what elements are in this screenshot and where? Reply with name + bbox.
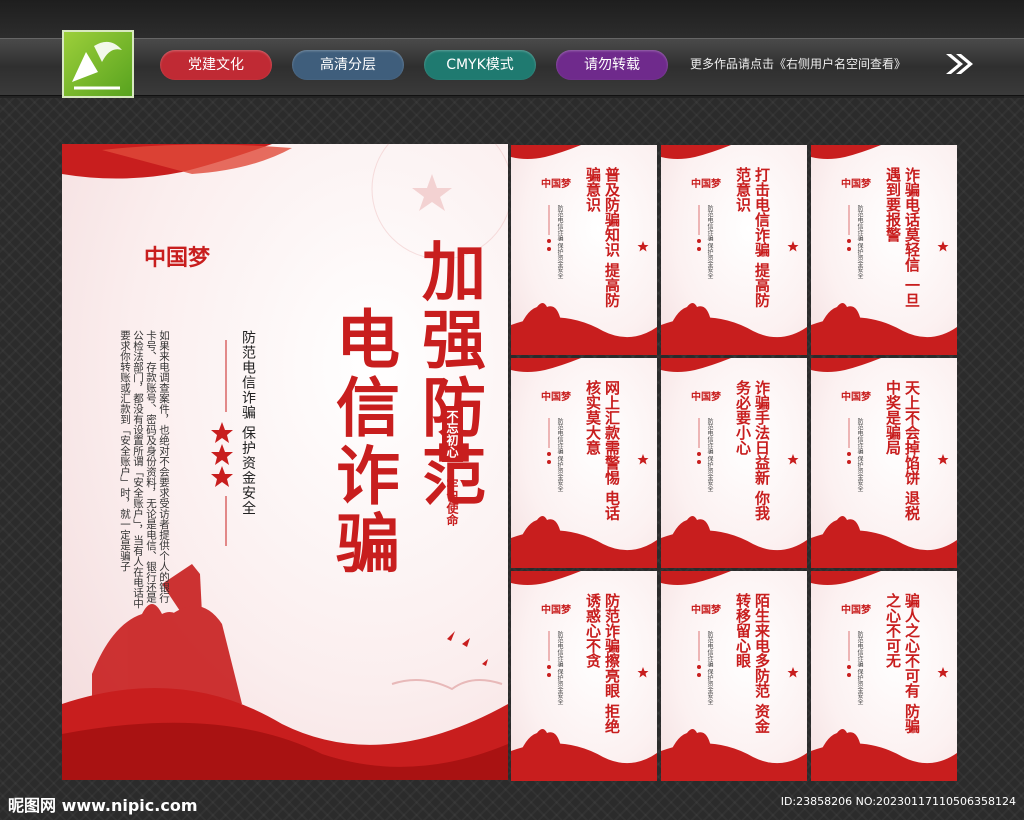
tag-hd-layers[interactable]: 高清分层 [292,50,404,80]
card-title: 诈骗手法日益新 你我务必要小心 [734,380,771,521]
watermark: 昵图网 www.nipic.com [8,796,198,815]
tag-party-culture[interactable]: 党建文化 [160,50,272,80]
poster-card-3: 中国梦 诈骗电话莫轻信 一旦遇到要报警 防范电信诈骗 保护资金安全 [811,145,957,355]
card-title: 骗人之心不可有 防骗之心不可无 [884,593,921,734]
tag-cmyk[interactable]: CMYK模式 [424,50,536,80]
card-subtitle: 防范电信诈骗 保护资金安全 [556,631,563,705]
image-id: ID:23858206 NO:20230117110506358124 [780,795,1016,808]
poster-card-8: 中国梦 陌生来电多防范 资金转移留心眼 防范电信诈骗 保护资金安全 [661,571,807,781]
card-logo: 中国梦 [541,179,571,190]
card-logo: 中国梦 [691,605,721,616]
poster-card-5: 中国梦 诈骗手法日益新 你我务必要小心 防范电信诈骗 保护资金安全 [661,358,807,568]
card-logo: 中国梦 [841,392,871,403]
card-logo: 中国梦 [841,179,871,190]
card-logo: 中国梦 [691,392,721,403]
card-title: 普及防骗知识 提高防骗意识 [584,167,621,308]
card-logo: 中国梦 [691,179,721,190]
main-title-line1: 加强防范 [411,238,486,510]
card-title: 诈骗电话莫轻信 一旦遇到要报警 [884,167,921,308]
card-title: 陌生来电多防范 资金转移留心眼 [734,593,771,734]
card-subtitle: 防范电信诈骗 保护资金安全 [856,205,863,279]
main-subtitle: 防范电信诈骗 保护资金安全 [240,330,256,516]
main-poster: 中国梦 加强防范 电信诈骗 防范电信诈骗 保护资金安全 如果来电调查案件，也绝对… [62,144,508,780]
card-logo: 中国梦 [541,392,571,403]
pen-icon [72,41,122,90]
poster-card-7: 中国梦 防范诈骗擦亮眼 拒绝诱惑心不贪 防范电信诈骗 保护资金安全 [511,571,657,781]
card-title: 网上汇款需警惕 电话核实莫大意 [584,380,621,521]
top-banner: 党建文化 高清分层 CMYK模式 请勿转载 更多作品请点击《右侧用户名空间查看》 [0,0,1024,98]
slogan-never-forget: 不忘初心 [442,406,463,462]
card-subtitle: 防范电信诈骗 保护资金安全 [706,205,713,279]
tag-no-repost[interactable]: 请勿转载 [556,50,668,80]
poster-card-4: 中国梦 网上汇款需警惕 电话核实莫大意 防范电信诈骗 保护资金安全 [511,358,657,568]
poster-card-6: 中国梦 天上不会掉馅饼 退税中奖是骗局 防范电信诈骗 保护资金安全 [811,358,957,568]
site-logo[interactable] [62,30,134,98]
poster-card-2: 中国梦 打击电信诈骗 提高防范意识 防范电信诈骗 保护资金安全 [661,145,807,355]
card-subtitle: 防范电信诈骗 保护资金安全 [856,631,863,705]
main-title-line2: 电信诈骗 [325,306,400,578]
main-body-text: 如果来电调查案件，也绝对不会要求受访者提供个人的银行卡号、存款账号、密码及身份资… [119,330,170,609]
card-title: 防范诈骗擦亮眼 拒绝诱惑心不贪 [584,593,621,734]
poster-card-1: 中国梦 普及防骗知识 提高防骗意识 防范电信诈骗 保护资金安全 [511,145,657,355]
double-arrow-icon[interactable] [944,52,974,76]
card-logo: 中国梦 [541,605,571,616]
card-subtitle: 防范电信诈骗 保护资金安全 [856,418,863,492]
more-works-link[interactable]: 更多作品请点击《右侧用户名空间查看》 [690,55,906,72]
card-subtitle: 防范电信诈骗 保护资金安全 [556,418,563,492]
card-title: 打击电信诈骗 提高防范意识 [734,167,771,308]
slogan-keep-mission: 牢记使命 [445,478,459,526]
poster-card-9: 中国梦 骗人之心不可有 防骗之心不可无 防范电信诈骗 保护资金安全 [811,571,957,781]
card-title: 天上不会掉馅饼 退税中奖是骗局 [884,380,921,521]
card-subtitle: 防范电信诈骗 保护资金安全 [706,631,713,705]
card-subtitle: 防范电信诈骗 保护资金安全 [706,418,713,492]
card-subtitle: 防范电信诈骗 保护资金安全 [556,205,563,279]
china-dream-logo: 中国梦 [144,245,211,271]
card-logo: 中国梦 [841,605,871,616]
